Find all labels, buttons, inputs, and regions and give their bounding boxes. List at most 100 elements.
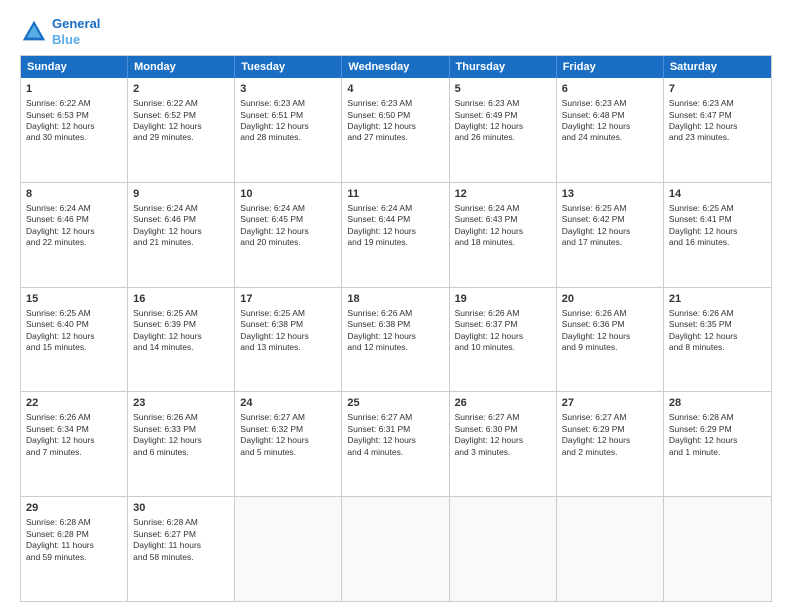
day-info-line: Sunrise: 6:26 AM — [455, 308, 551, 319]
day-info-line: Sunset: 6:39 PM — [133, 319, 229, 330]
day-info-line: Daylight: 12 hours — [26, 331, 122, 342]
day-info-line: Daylight: 12 hours — [347, 226, 443, 237]
day-number: 5 — [455, 82, 551, 97]
day-info-line: Daylight: 12 hours — [669, 331, 766, 342]
logo: General Blue — [20, 16, 100, 47]
day-info-line: Daylight: 12 hours — [240, 435, 336, 446]
calendar-cell: 18Sunrise: 6:26 AMSunset: 6:38 PMDayligh… — [342, 288, 449, 392]
calendar-cell: 13Sunrise: 6:25 AMSunset: 6:42 PMDayligh… — [557, 183, 664, 287]
day-info-line: and 13 minutes. — [240, 342, 336, 353]
calendar-cell: 22Sunrise: 6:26 AMSunset: 6:34 PMDayligh… — [21, 392, 128, 496]
day-info-line: and 21 minutes. — [133, 237, 229, 248]
calendar-cell: 14Sunrise: 6:25 AMSunset: 6:41 PMDayligh… — [664, 183, 771, 287]
day-info-line: Sunrise: 6:26 AM — [562, 308, 658, 319]
day-info-line: Sunrise: 6:23 AM — [562, 98, 658, 109]
day-info-line: Sunrise: 6:23 AM — [455, 98, 551, 109]
day-info-line: Daylight: 12 hours — [455, 226, 551, 237]
day-info-line: and 23 minutes. — [669, 132, 766, 143]
day-number: 8 — [26, 187, 122, 202]
calendar-cell: 5Sunrise: 6:23 AMSunset: 6:49 PMDaylight… — [450, 78, 557, 182]
day-info-line: Sunset: 6:29 PM — [562, 424, 658, 435]
weekday-header: Tuesday — [235, 56, 342, 78]
day-info-line: and 14 minutes. — [133, 342, 229, 353]
day-info-line: Sunset: 6:48 PM — [562, 110, 658, 121]
day-info-line: Sunrise: 6:23 AM — [347, 98, 443, 109]
calendar-cell: 10Sunrise: 6:24 AMSunset: 6:45 PMDayligh… — [235, 183, 342, 287]
day-info-line: Sunset: 6:41 PM — [669, 214, 766, 225]
day-info-line: Sunrise: 6:23 AM — [240, 98, 336, 109]
day-info-line: Daylight: 12 hours — [26, 121, 122, 132]
day-number: 14 — [669, 187, 766, 202]
day-number: 22 — [26, 396, 122, 411]
day-info-line: Daylight: 12 hours — [240, 331, 336, 342]
calendar-cell: 11Sunrise: 6:24 AMSunset: 6:44 PMDayligh… — [342, 183, 449, 287]
day-info-line: Daylight: 12 hours — [133, 121, 229, 132]
day-info-line: and 20 minutes. — [240, 237, 336, 248]
day-info-line: Sunrise: 6:24 AM — [240, 203, 336, 214]
day-info-line: Sunrise: 6:24 AM — [26, 203, 122, 214]
day-number: 12 — [455, 187, 551, 202]
day-info-line: and 18 minutes. — [455, 237, 551, 248]
calendar-cell: 25Sunrise: 6:27 AMSunset: 6:31 PMDayligh… — [342, 392, 449, 496]
day-info-line: Daylight: 11 hours — [133, 540, 229, 551]
calendar-cell: 16Sunrise: 6:25 AMSunset: 6:39 PMDayligh… — [128, 288, 235, 392]
calendar-cell: 29Sunrise: 6:28 AMSunset: 6:28 PMDayligh… — [21, 497, 128, 601]
day-info-line: and 3 minutes. — [455, 447, 551, 458]
logo-text: General Blue — [52, 16, 100, 47]
day-info-line: Sunrise: 6:26 AM — [133, 412, 229, 423]
calendar-cell: 4Sunrise: 6:23 AMSunset: 6:50 PMDaylight… — [342, 78, 449, 182]
day-info-line: Daylight: 12 hours — [562, 226, 658, 237]
calendar-header: SundayMondayTuesdayWednesdayThursdayFrid… — [21, 56, 771, 78]
calendar-cell: 6Sunrise: 6:23 AMSunset: 6:48 PMDaylight… — [557, 78, 664, 182]
calendar-cell: 20Sunrise: 6:26 AMSunset: 6:36 PMDayligh… — [557, 288, 664, 392]
weekday-header: Friday — [557, 56, 664, 78]
day-info-line: Daylight: 12 hours — [669, 226, 766, 237]
day-info-line: Daylight: 12 hours — [26, 226, 122, 237]
calendar: SundayMondayTuesdayWednesdayThursdayFrid… — [20, 55, 772, 602]
day-info-line: and 58 minutes. — [133, 552, 229, 563]
day-number: 10 — [240, 187, 336, 202]
day-number: 29 — [26, 501, 122, 516]
day-info-line: Sunset: 6:37 PM — [455, 319, 551, 330]
calendar-cell: 9Sunrise: 6:24 AMSunset: 6:46 PMDaylight… — [128, 183, 235, 287]
day-info-line: Sunset: 6:50 PM — [347, 110, 443, 121]
calendar-cell: 28Sunrise: 6:28 AMSunset: 6:29 PMDayligh… — [664, 392, 771, 496]
day-number: 17 — [240, 292, 336, 307]
day-info-line: Daylight: 12 hours — [347, 121, 443, 132]
weekday-header: Monday — [128, 56, 235, 78]
day-number: 15 — [26, 292, 122, 307]
day-info-line: and 1 minute. — [669, 447, 766, 458]
day-info-line: Sunset: 6:29 PM — [669, 424, 766, 435]
day-info-line: Daylight: 12 hours — [133, 226, 229, 237]
day-info-line: Sunrise: 6:27 AM — [240, 412, 336, 423]
weekday-header: Saturday — [664, 56, 771, 78]
day-info-line: and 4 minutes. — [347, 447, 443, 458]
calendar-cell: 30Sunrise: 6:28 AMSunset: 6:27 PMDayligh… — [128, 497, 235, 601]
day-info-line: Sunset: 6:35 PM — [669, 319, 766, 330]
day-info-line: and 7 minutes. — [26, 447, 122, 458]
day-info-line: Daylight: 12 hours — [133, 331, 229, 342]
day-info-line: Sunset: 6:38 PM — [347, 319, 443, 330]
day-info-line: Sunset: 6:47 PM — [669, 110, 766, 121]
day-info-line: and 9 minutes. — [562, 342, 658, 353]
calendar-cell — [342, 497, 449, 601]
day-number: 7 — [669, 82, 766, 97]
logo-icon — [20, 18, 48, 46]
day-info-line: Sunset: 6:42 PM — [562, 214, 658, 225]
calendar-cell — [664, 497, 771, 601]
day-info-line: Sunrise: 6:25 AM — [26, 308, 122, 319]
day-info-line: Sunrise: 6:27 AM — [455, 412, 551, 423]
calendar-cell: 23Sunrise: 6:26 AMSunset: 6:33 PMDayligh… — [128, 392, 235, 496]
calendar-cell: 3Sunrise: 6:23 AMSunset: 6:51 PMDaylight… — [235, 78, 342, 182]
day-info-line: and 29 minutes. — [133, 132, 229, 143]
calendar-row: 15Sunrise: 6:25 AMSunset: 6:40 PMDayligh… — [21, 288, 771, 393]
calendar-cell: 7Sunrise: 6:23 AMSunset: 6:47 PMDaylight… — [664, 78, 771, 182]
day-info-line: Sunset: 6:28 PM — [26, 529, 122, 540]
calendar-cell: 26Sunrise: 6:27 AMSunset: 6:30 PMDayligh… — [450, 392, 557, 496]
day-info-line: and 59 minutes. — [26, 552, 122, 563]
calendar-cell: 24Sunrise: 6:27 AMSunset: 6:32 PMDayligh… — [235, 392, 342, 496]
day-info-line: Sunset: 6:30 PM — [455, 424, 551, 435]
day-info-line: Sunrise: 6:28 AM — [26, 517, 122, 528]
calendar-cell: 27Sunrise: 6:27 AMSunset: 6:29 PMDayligh… — [557, 392, 664, 496]
day-info-line: Sunset: 6:34 PM — [26, 424, 122, 435]
